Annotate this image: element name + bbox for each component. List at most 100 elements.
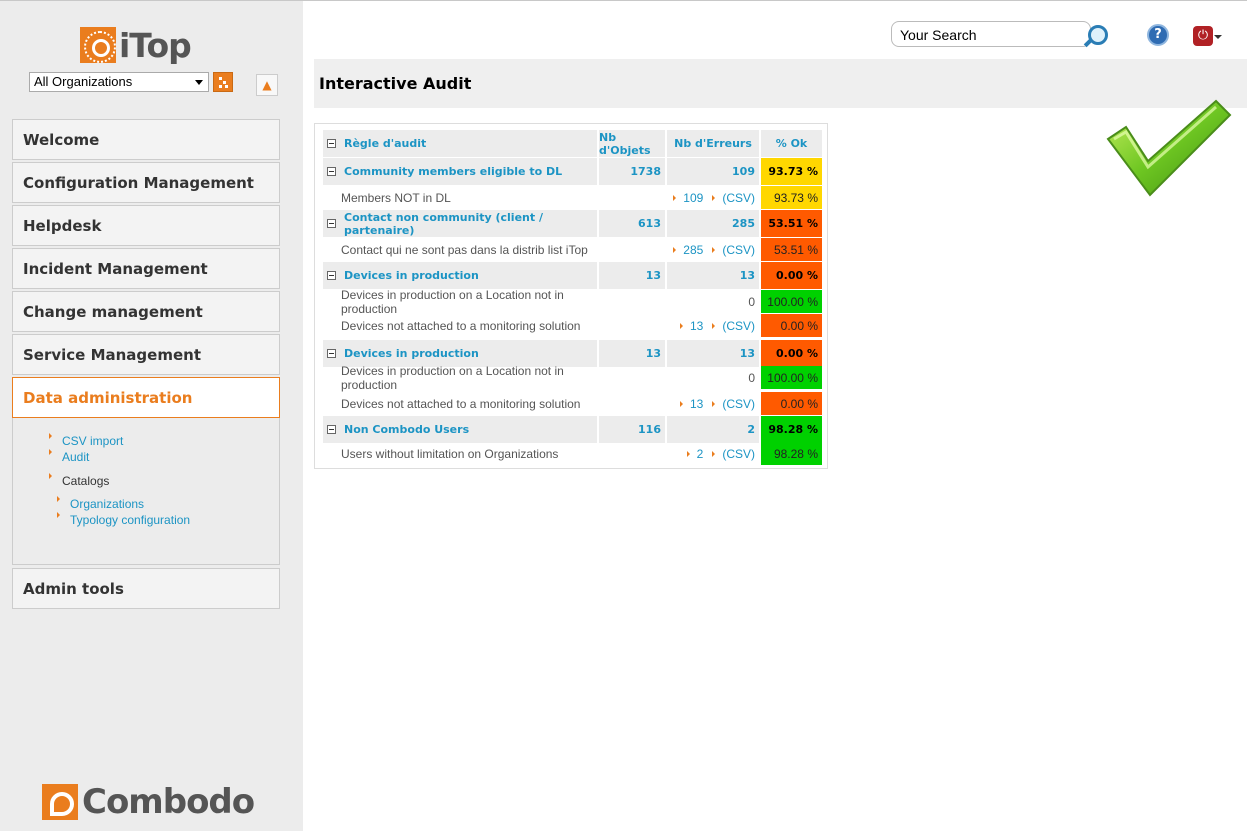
objects-count xyxy=(599,392,665,415)
menu-change-management[interactable]: Change management xyxy=(12,291,280,332)
table-header: Règle d'audit Nb d'Objets Nb d'Erreurs %… xyxy=(323,130,823,157)
menu-helpdesk[interactable]: Helpdesk xyxy=(12,205,280,246)
errors-link[interactable]: 13 xyxy=(679,397,703,411)
column-header-ok[interactable]: % Ok xyxy=(761,130,822,157)
chevron-down-icon[interactable] xyxy=(1214,35,1222,39)
menu-configuration-management[interactable]: Configuration Management xyxy=(12,162,280,203)
csv-export-label: (CSV) xyxy=(722,242,755,257)
ok-percentage: 53.51 % xyxy=(761,210,822,237)
menu-admin-tools[interactable]: Admin tools xyxy=(12,568,280,609)
arrow-right-icon xyxy=(712,400,716,407)
objects-count: 116 xyxy=(599,416,665,443)
objects-count: 613 xyxy=(599,210,665,237)
search-input[interactable]: Your Search xyxy=(891,21,1091,47)
csv-export-link[interactable]: (CSV) xyxy=(712,191,755,205)
ok-percentage: 53.51 % xyxy=(761,238,822,261)
collapse-button[interactable] xyxy=(323,416,339,443)
csv-export-link[interactable]: (CSV) xyxy=(712,243,755,257)
toggle-all-button[interactable] xyxy=(323,130,339,157)
ok-percentage: 98.28 % xyxy=(761,416,822,443)
errors-link[interactable]: 285 xyxy=(673,243,703,257)
help-icon[interactable]: ? xyxy=(1147,24,1169,46)
organization-tree-button[interactable] xyxy=(213,72,233,92)
errors-cell: 13 (CSV) xyxy=(667,392,759,415)
power-icon[interactable]: ⏻ xyxy=(1193,26,1213,46)
errors-link[interactable]: 2 xyxy=(686,446,704,461)
collapse-button[interactable] xyxy=(323,210,339,237)
arrow-right-icon xyxy=(712,322,716,329)
collapse-button[interactable] xyxy=(323,158,339,185)
chevron-down-icon xyxy=(195,80,203,85)
csv-export-label: (CSV) xyxy=(722,190,755,205)
errors-cell: 2 (CSV) xyxy=(667,442,759,465)
submenu-audit[interactable]: Audit xyxy=(49,449,89,464)
category-label[interactable]: Community members eligible to DL xyxy=(339,158,597,185)
itop-logo[interactable]: iTop xyxy=(80,26,192,65)
column-header-errors[interactable]: Nb d'Erreurs xyxy=(667,130,759,157)
column-header-rule[interactable]: Règle d'audit xyxy=(339,130,597,157)
rule-label: Users without limitation on Organization… xyxy=(341,446,559,461)
objects-count xyxy=(599,290,665,313)
ok-percentage: 93.73 % xyxy=(761,186,822,209)
category-label[interactable]: Contact non community (client / partenai… xyxy=(339,210,597,237)
arrow-right-icon xyxy=(686,450,690,457)
menu-incident-management[interactable]: Incident Management xyxy=(12,248,280,289)
bullet-icon xyxy=(49,449,52,455)
objects-count xyxy=(599,186,665,209)
category-label[interactable]: Non Combodo Users xyxy=(339,416,597,443)
submenu-csv-import[interactable]: CSV import xyxy=(49,433,124,448)
audit-rule-row: Members NOT in DL 109 (CSV) 93.73 % xyxy=(323,186,823,209)
left-pane: iTop All Organizations ▲ Welcome Configu… xyxy=(0,1,303,831)
collapse-icon xyxy=(326,349,336,358)
rule-label: Devices not attached to a monitoring sol… xyxy=(341,318,581,333)
combodo-logo[interactable]: Combodo xyxy=(42,782,255,822)
audit-rule-row: Contact qui ne sont pas dans la distrib … xyxy=(323,238,823,261)
arrow-right-icon xyxy=(673,246,677,253)
errors-cell: 109 (CSV) xyxy=(667,186,759,209)
search-icon[interactable] xyxy=(1088,25,1108,45)
menu-data-administration[interactable]: Data administration xyxy=(12,377,280,418)
collapse-icon xyxy=(326,139,336,148)
collapse-icon xyxy=(326,167,336,176)
errors-count: 2 xyxy=(667,416,759,443)
menu-welcome[interactable]: Welcome xyxy=(12,119,280,160)
audit-category-row: Non Combodo Users 116 2 98.28 % xyxy=(323,416,823,443)
arrow-right-icon xyxy=(712,194,716,201)
errors-cell: 285 (CSV) xyxy=(667,238,759,261)
menu-service-management[interactable]: Service Management xyxy=(12,334,280,375)
collapse-button[interactable] xyxy=(323,262,339,289)
collapse-icon xyxy=(326,271,336,280)
audit-rule-row: Devices not attached to a monitoring sol… xyxy=(323,314,823,337)
organization-select[interactable]: All Organizations xyxy=(29,72,209,92)
audit-rule-row: Devices in production on a Location not … xyxy=(323,364,823,392)
ok-percentage: 0.00 % xyxy=(761,392,822,415)
csv-export-link[interactable]: (CSV) xyxy=(712,397,755,411)
csv-export-link[interactable]: (CSV) xyxy=(712,319,755,333)
category-label[interactable]: Devices in production xyxy=(339,262,597,289)
column-header-objects[interactable]: Nb d'Objets xyxy=(599,130,665,157)
collapse-button[interactable] xyxy=(323,340,339,367)
objects-count xyxy=(599,238,665,261)
rule-label: Contact qui ne sont pas dans la distrib … xyxy=(341,242,588,257)
errors-link[interactable]: 109 xyxy=(673,191,703,205)
audit-category-row: Devices in production 13 13 0.00 % xyxy=(323,262,823,289)
checkmark-icon xyxy=(1106,99,1232,197)
csv-export-label: (CSV) xyxy=(722,318,755,333)
csv-export-link[interactable]: (CSV) xyxy=(712,447,755,461)
errors-link-label: 2 xyxy=(696,446,704,461)
ok-percentage: 0.00 % xyxy=(761,340,822,367)
pin-menu-button[interactable]: ▲ xyxy=(256,74,278,96)
rule-label: Members NOT in DL xyxy=(341,190,451,205)
audit-rule-row: Users without limitation on Organization… xyxy=(323,442,823,465)
bullet-icon xyxy=(57,512,60,518)
errors-link[interactable]: 13 xyxy=(679,319,703,333)
ok-percentage: 0.00 % xyxy=(761,262,822,289)
objects-count: 1738 xyxy=(599,158,665,185)
submenu-csv-import-label: CSV import xyxy=(62,434,124,448)
errors-count: 13 xyxy=(667,340,759,367)
submenu-organizations[interactable]: Organizations xyxy=(57,496,144,511)
itop-logo-icon xyxy=(80,27,116,63)
csv-export-label: (CSV) xyxy=(722,396,755,411)
submenu-typology-configuration[interactable]: Typology configuration xyxy=(57,512,190,527)
audit-rule-row: Devices not attached to a monitoring sol… xyxy=(323,392,823,415)
